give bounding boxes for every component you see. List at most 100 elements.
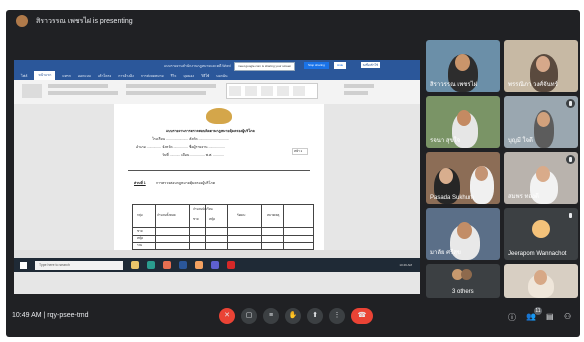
app-icon-2[interactable]	[227, 261, 235, 269]
info-icon[interactable]: ⓘ	[508, 312, 516, 323]
app-icon[interactable]	[211, 261, 219, 269]
tab-design[interactable]: ออกแบบ	[78, 73, 91, 79]
row-label-2: หญิง	[137, 236, 143, 240]
taskbar-search[interactable]: Type here to search	[35, 260, 123, 270]
presenting-label: สิราวรรณ เพชรไฝ is presenting	[36, 17, 133, 25]
file-explorer-icon[interactable]	[131, 261, 139, 269]
participant-name: มาลัย ศรีสุข	[430, 250, 461, 256]
tab-layout[interactable]: เค้าโครง	[98, 73, 111, 79]
tab-references[interactable]: การอ้างอิง	[118, 73, 134, 79]
avatar	[461, 269, 472, 280]
th-male: ชาย	[193, 217, 199, 221]
muted-mic-icon	[566, 155, 575, 164]
self-tile[interactable]	[504, 264, 578, 298]
school-line: โรงเรียน ....................... สังกัด …	[152, 137, 229, 141]
participant-tile[interactable]: สิราวรรณ เพชรไฝ	[426, 40, 500, 92]
tab-tell-me[interactable]: บอกฉัน	[216, 73, 227, 79]
participant-tile[interactable]: บุญมี ใจดี	[504, 96, 578, 148]
date-line: วันที่ ........... เดือน ...............…	[162, 153, 224, 157]
people-count: 11	[534, 307, 542, 315]
document-title: แบบรายงานสำนักงานกฎหมายและคดี Word	[164, 63, 231, 68]
report-table: กลุ่ม จำนวนทั้งหมด จำนวนนักเรียน ชาย หญิ…	[132, 204, 314, 250]
garuda-emblem-icon	[206, 108, 232, 124]
tab-insert[interactable]: แทรก	[62, 73, 71, 79]
meeting-controls-bar: 10:49 AM | rqy-psee-tmd ✕ ▢ ≡ ✋ ⬆ ⋮ ☎ ⓘ …	[6, 300, 580, 337]
participant-name: สมพร ทองดี	[508, 194, 539, 200]
part-label: ส่วนที่ 1	[134, 181, 146, 185]
meeting-info: 10:49 AM | rqy-psee-tmd	[12, 312, 89, 319]
chat-icon[interactable]: ▤	[546, 312, 554, 321]
participant-tile[interactable]: รจนา สุขใจ	[426, 96, 500, 148]
activities-icon[interactable]: ⚇	[564, 312, 571, 321]
page-label: หน้า 1	[294, 149, 303, 153]
tab-home[interactable]: หน้าแรก	[34, 71, 56, 80]
participant-name: สิราวรรณ เพชรไฝ	[430, 82, 478, 88]
th-students: จำนวนนักเรียน	[193, 207, 213, 211]
participant-name: บุญมี ใจดี	[508, 138, 533, 144]
paste-icon[interactable]	[22, 84, 42, 98]
more-options-button[interactable]: ⋮	[329, 308, 345, 324]
district-line: อำเภอ ............... จังหวัด ..........…	[136, 145, 226, 149]
doc-heading: แบบรายงานการตรวจสอบติดตามกฎหมายคุ้มครองผ…	[166, 129, 255, 133]
th-female: หญิง	[209, 217, 215, 221]
leave-call-button[interactable]: ☎	[351, 308, 373, 324]
meet-window: สิราวรรณ เพชรไฝ is presenting แบบรายงานส…	[6, 10, 580, 337]
th-group: กลุ่ม	[137, 213, 143, 217]
captions-button[interactable]: ≡	[263, 308, 279, 324]
th-percent: ร้อยละ	[237, 213, 246, 217]
word-icon[interactable]	[179, 261, 187, 269]
part-text: การตรวจสอบกฎหมายคุ้มครองผู้บริโภค	[156, 181, 216, 185]
participant-name: พรรณิภา วงศ์จันทร์	[508, 82, 558, 88]
meeting-time: 10:49 AM	[12, 312, 42, 319]
tab-mailings[interactable]: การส่งจดหมาย	[141, 73, 164, 79]
sign-in-button[interactable]: ลงชื่อเข้าใช้	[360, 62, 380, 68]
muted-mic-icon	[566, 99, 575, 108]
font-format-row	[48, 91, 118, 95]
raise-hand-button[interactable]: ✋	[285, 308, 301, 324]
paragraph-row-1	[126, 84, 216, 88]
row-label-3: รวม	[137, 243, 143, 247]
participant-tile[interactable]: สมพร ทองดี	[504, 152, 578, 204]
editing-group[interactable]	[344, 84, 374, 88]
editing-group-2	[344, 91, 368, 95]
taskbar-clock: 10:49 AM	[399, 263, 412, 267]
share-notice: meet.google.com is sharing your screen	[234, 62, 296, 71]
style-gallery[interactable]	[226, 83, 318, 115]
mic-off-button[interactable]: ✕	[219, 308, 235, 324]
tab-review[interactable]: รีวิว	[171, 73, 177, 79]
chrome-icon[interactable]	[195, 261, 203, 269]
windows-start-icon[interactable]	[20, 261, 27, 269]
font-box[interactable]	[48, 84, 108, 88]
windows-taskbar: Type here to search 10:49 AM	[14, 258, 420, 272]
participant-name: Pasada Sukhum	[430, 195, 475, 201]
store-icon[interactable]	[163, 261, 171, 269]
others-label: 3 others	[452, 289, 474, 295]
tab-view[interactable]: มุมมอง	[183, 73, 194, 79]
word-title-bar: แบบรายงานสำนักงานกฎหมายและคดี Word meet.…	[14, 60, 420, 71]
row-label-1: ชาย	[137, 229, 143, 233]
others-tile[interactable]: 3 others	[426, 264, 500, 298]
ribbon-tabs: ไฟล์ หน้าแรก แทรก ออกแบบ เค้าโครง การอ้า…	[14, 71, 420, 80]
edge-icon[interactable]	[147, 261, 155, 269]
tab-help[interactable]: วิธีใช้	[201, 73, 209, 79]
presenter-banner: สิราวรรณ เพชรไฝ is presenting	[6, 10, 580, 32]
divider	[128, 170, 310, 171]
hide-button[interactable]: Hide	[334, 62, 347, 69]
ribbon	[14, 80, 420, 115]
stop-sharing-button[interactable]: Stop sharing	[304, 62, 329, 69]
participant-tile[interactable]: พรรณิภา วงศ์จันทร์	[504, 40, 578, 92]
present-button[interactable]: ⬆	[307, 308, 323, 324]
document-page[interactable]: แบบรายงานการตรวจสอบติดตามกฎหมายคุ้มครองผ…	[114, 104, 324, 250]
participant-tile[interactable]: มาลัย ศรีสุข	[426, 208, 500, 260]
th-total: จำนวนทั้งหมด	[157, 213, 176, 217]
participant-tile[interactable]: Pasada Sukhum	[426, 152, 500, 204]
word-status-bar	[14, 250, 420, 258]
participant-tile[interactable]: Jeerapom Wannachot	[504, 208, 578, 260]
camera-button[interactable]: ▢	[241, 308, 257, 324]
presenter-avatar	[16, 15, 28, 27]
tab-file[interactable]: ไฟล์	[21, 73, 27, 79]
meeting-code: rqy-psee-tmd	[47, 312, 89, 319]
paragraph-row-2	[126, 91, 206, 95]
shared-screen[interactable]: แบบรายงานสำนักงานกฎหมายและคดี Word meet.…	[14, 60, 420, 294]
page-indicator: หน้า 1	[292, 148, 308, 155]
